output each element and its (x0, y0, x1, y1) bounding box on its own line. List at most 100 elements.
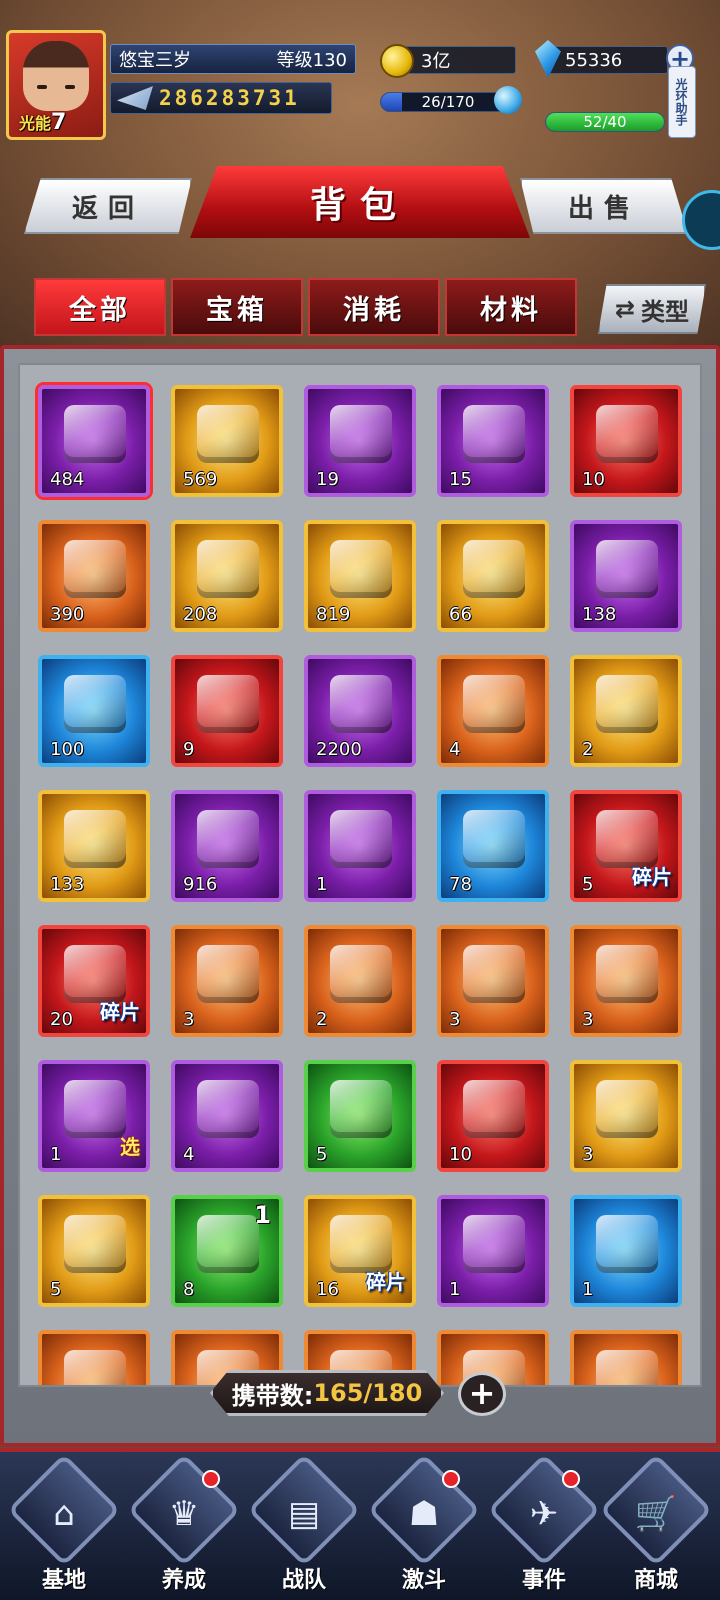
inventory-grid: 484 569 19 15 10 390 208 819 66 138 100 9 2200 4 2 133 9… (38, 385, 682, 1385)
diamond-amount: 55336 (565, 49, 623, 71)
player-level: 等级130 (276, 50, 347, 71)
player-name: 悠宝三岁 (119, 50, 191, 71)
inventory-slot[interactable]: 19 (304, 385, 416, 497)
inventory-panel: 484 569 19 15 10 390 208 819 66 138 100 9 2200 4 2 133 9… (0, 345, 720, 1447)
inventory-slot[interactable]: 138 (570, 520, 682, 632)
player-id-bar: 286283731 (110, 82, 332, 114)
gold-display: 3亿 (398, 46, 516, 74)
inventory-slot[interactable] (38, 1330, 150, 1385)
inventory-slot[interactable]: 1 (570, 1195, 682, 1307)
nav-base[interactable]: ⌂ 基地 (7, 1453, 121, 1596)
player-name-bar: 悠宝三岁 等级130 (110, 44, 356, 74)
sack-icon (64, 675, 126, 733)
inventory-slot[interactable]: 916 (171, 790, 283, 902)
inventory-slot[interactable]: 3 (570, 925, 682, 1037)
inventory-slot[interactable]: 390 (38, 520, 150, 632)
expand-capacity-button[interactable]: + (458, 1372, 506, 1416)
jet-icon: ✈ (529, 1494, 559, 1534)
inventory-slot[interactable] (570, 1330, 682, 1385)
sell-button[interactable]: 出售 (520, 178, 688, 234)
inventory-slot[interactable]: 208 (171, 520, 283, 632)
select-badge: 选 (120, 1135, 140, 1159)
inventory-slot[interactable]: 133 (38, 790, 150, 902)
inventory-slot[interactable]: 16 碎片 (304, 1195, 416, 1307)
inventory-slot[interactable]: 569 (171, 385, 283, 497)
inventory-slot[interactable]: 2 (304, 925, 416, 1037)
item-count: 3 (582, 1009, 594, 1030)
gold-crate-icon (64, 540, 126, 598)
key-icon (64, 810, 126, 868)
type-filter-button[interactable]: ⇄ 类型 (598, 284, 706, 334)
inventory-scroll-area[interactable]: 484 569 19 15 10 390 208 819 66 138 100 9 2200 4 2 133 9… (18, 363, 702, 1387)
item-count: 19 (316, 469, 339, 490)
nav-team[interactable]: ▤ 战队 (247, 1453, 361, 1596)
item-count: 208 (183, 604, 218, 625)
base-icon: ⌂ (53, 1494, 75, 1534)
inventory-slot[interactable]: 81 (171, 1195, 283, 1307)
tab-all[interactable]: 全部 (34, 278, 166, 336)
nav-develop[interactable]: ♛ 养成 (127, 1453, 241, 1596)
notification-dot (202, 1470, 220, 1488)
chest-icon (463, 945, 525, 1003)
inventory-slot[interactable]: 5 碎片 (570, 790, 682, 902)
page-title: 背包 (190, 166, 530, 238)
inventory-slot[interactable]: 100 (38, 655, 150, 767)
inventory-slot[interactable]: 3 (570, 1060, 682, 1172)
nav-shop[interactable]: 🛒 商城 (599, 1453, 713, 1596)
inventory-slot[interactable]: 3 (171, 925, 283, 1037)
item-count: 819 (316, 604, 351, 625)
blueprint-icon (197, 540, 259, 598)
gold-coin-icon (380, 44, 414, 78)
tab-chests[interactable]: 宝箱 (171, 278, 303, 336)
sack-icon (596, 540, 658, 598)
fire-orb-icon (596, 405, 658, 463)
inventory-slot[interactable]: 1 (437, 1195, 549, 1307)
avatar-face (23, 41, 89, 111)
item-count: 390 (50, 604, 85, 625)
fragment-badge: 碎片 (632, 865, 672, 889)
inventory-slot[interactable]: 15 (437, 385, 549, 497)
nav-battle[interactable]: ☗ 激斗 (367, 1453, 481, 1596)
inventory-slot[interactable]: 9 (171, 655, 283, 767)
cart-icon: 🛒 (634, 1494, 678, 1534)
helper-button[interactable]: 光环助手 (668, 66, 696, 138)
inventory-slot[interactable]: 5 (304, 1060, 416, 1172)
inventory-slot[interactable]: 819 (304, 520, 416, 632)
item-count: 3 (183, 1009, 195, 1030)
item-count: 4 (449, 739, 461, 760)
inventory-slot[interactable]: 4 (171, 1060, 283, 1172)
nav-events[interactable]: ✈ 事件 (487, 1453, 601, 1596)
inventory-slot[interactable]: 78 (437, 790, 549, 902)
tab-materials[interactable]: 材料 (445, 278, 577, 336)
item-count: 138 (582, 604, 617, 625)
inventory-slot[interactable]: 1选 (38, 1060, 150, 1172)
nav-label: 养成 (161, 1568, 206, 1593)
inventory-slot[interactable]: 20 碎片 (38, 925, 150, 1037)
back-button[interactable]: 返回 (24, 178, 192, 234)
inventory-slot[interactable]: 1 (304, 790, 416, 902)
cards-icon: ▤ (287, 1494, 321, 1534)
inventory-slot[interactable]: 10 (437, 1060, 549, 1172)
inventory-slot[interactable]: 5 (38, 1195, 150, 1307)
corner-number: 1 (254, 1201, 271, 1229)
swap-icon: ⇄ (614, 295, 636, 323)
gift-box-icon (197, 1215, 259, 1273)
capacity-display: 携带数: 165/180 (210, 1370, 444, 1416)
helmet-icon (596, 810, 658, 868)
case-icon (64, 1080, 126, 1138)
inventory-slot[interactable]: 66 (437, 520, 549, 632)
inventory-slot[interactable]: 2 (570, 655, 682, 767)
energy-bar: 52/40 (545, 112, 665, 132)
item-count: 916 (183, 874, 218, 895)
ruby-icon (64, 1350, 126, 1385)
inventory-slot[interactable]: 10 (570, 385, 682, 497)
item-count: 569 (183, 469, 218, 490)
player-avatar[interactable]: 光能7 (6, 30, 106, 140)
inventory-slot[interactable]: 3 (437, 925, 549, 1037)
inventory-slot[interactable]: 2200 (304, 655, 416, 767)
chest-icon (463, 810, 525, 868)
tab-consumables[interactable]: 消耗 (308, 278, 440, 336)
gold-amount: 3亿 (421, 51, 451, 72)
inventory-slot[interactable]: 4 (437, 655, 549, 767)
inventory-slot[interactable]: 484 (38, 385, 150, 497)
